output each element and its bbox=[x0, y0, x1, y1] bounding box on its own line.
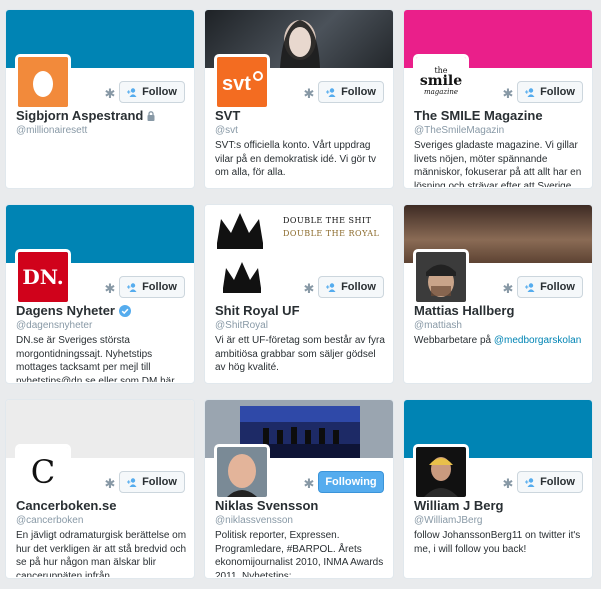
follow-label: Follow bbox=[142, 86, 177, 98]
follow-label: Follow bbox=[142, 281, 177, 293]
bio: Politisk reporter, Expressen. Programled… bbox=[215, 530, 384, 577]
follow-label: Follow bbox=[341, 86, 376, 98]
follow-button[interactable]: Follow bbox=[517, 81, 583, 103]
follow-button[interactable]: Follow bbox=[119, 471, 185, 493]
follow-button[interactable]: Follow bbox=[119, 276, 185, 298]
follow-button[interactable]: Follow bbox=[318, 81, 384, 103]
gear-icon[interactable]: ✱ bbox=[502, 87, 514, 100]
add-user-icon bbox=[326, 87, 336, 97]
follow-button[interactable]: Follow bbox=[318, 276, 384, 298]
user-card[interactable]: ✱ Follow Sigbjorn Aspestrand @millionair… bbox=[5, 9, 195, 189]
add-user-icon bbox=[525, 477, 535, 487]
avatar[interactable]: the smile magazine bbox=[413, 54, 469, 110]
follow-button[interactable]: Follow bbox=[119, 81, 185, 103]
lock-icon bbox=[147, 110, 155, 121]
display-name[interactable]: Dagens Nyheter bbox=[16, 303, 131, 318]
gear-icon[interactable]: ✱ bbox=[104, 477, 116, 490]
display-name[interactable]: Cancerboken.se bbox=[16, 498, 116, 513]
bio: SVT:s officiella konto. Vårt uppdrag vil… bbox=[215, 140, 377, 178]
user-card[interactable]: C ✱ Follow Cancerboken.se @cancerboken E… bbox=[5, 399, 195, 579]
add-user-icon bbox=[127, 477, 137, 487]
bio: En jävligt odramaturgisk berättelse om h… bbox=[16, 530, 187, 577]
gear-icon[interactable]: ✱ bbox=[104, 87, 116, 100]
avatar[interactable] bbox=[214, 249, 270, 305]
bio: Webbarbetare på @medborgarskolan bbox=[414, 334, 586, 348]
gear-icon[interactable]: ✱ bbox=[303, 477, 315, 490]
verified-badge-icon bbox=[118, 304, 131, 317]
bio: Vi är ett UF-företag som består av fyra … bbox=[215, 335, 385, 373]
follow-label: Following bbox=[325, 476, 377, 488]
gear-icon[interactable]: ✱ bbox=[303, 282, 315, 295]
banner-text: DOUBLE THE ROYAL bbox=[283, 229, 380, 238]
user-card[interactable]: svt ✱ Follow SVT @svt SVT:s officiella k… bbox=[204, 9, 394, 189]
avatar[interactable] bbox=[413, 444, 469, 500]
screen-name[interactable]: @mattiash bbox=[414, 320, 462, 331]
user-card[interactable]: ✱ Follow William J Berg @WilliamJBerg fo… bbox=[403, 399, 593, 579]
gear-icon[interactable]: ✱ bbox=[502, 282, 514, 295]
follow-label: Follow bbox=[540, 281, 575, 293]
add-user-icon bbox=[525, 282, 535, 292]
avatar[interactable]: svt bbox=[214, 54, 270, 110]
follow-label: Follow bbox=[142, 476, 177, 488]
screen-name[interactable]: @dagensnyheter bbox=[16, 320, 92, 331]
display-name[interactable]: Sigbjorn Aspestrand bbox=[16, 108, 155, 123]
display-name[interactable]: Niklas Svensson bbox=[215, 498, 318, 513]
follow-label: Follow bbox=[540, 86, 575, 98]
avatar[interactable]: DN. bbox=[15, 249, 71, 305]
avatar[interactable] bbox=[15, 54, 71, 110]
display-name[interactable]: The SMILE Magazine bbox=[414, 108, 543, 123]
mention-link[interactable]: @medborgarskolan bbox=[494, 335, 581, 346]
screen-name[interactable]: @svt bbox=[215, 125, 238, 136]
user-card[interactable]: ✱ Follow Mattias Hallberg @mattiash Webb… bbox=[403, 204, 593, 384]
screen-name[interactable]: @WilliamJBerg bbox=[414, 515, 483, 526]
follow-label: Follow bbox=[540, 476, 575, 488]
gear-icon[interactable]: ✱ bbox=[104, 282, 116, 295]
user-card[interactable]: DN. ✱ Follow Dagens Nyheter @dagensnyhet… bbox=[5, 204, 195, 384]
following-button[interactable]: Following bbox=[318, 471, 384, 493]
display-name[interactable]: SVT bbox=[215, 108, 240, 123]
display-name[interactable]: Mattias Hallberg bbox=[414, 303, 514, 318]
follow-button[interactable]: Follow bbox=[517, 471, 583, 493]
user-card[interactable]: the smile magazine ✱ Follow The SMILE Ma… bbox=[403, 9, 593, 189]
add-user-icon bbox=[127, 87, 137, 97]
logo-text: C bbox=[18, 447, 68, 497]
screen-name[interactable]: @millionairesett bbox=[16, 125, 87, 136]
screen-name[interactable]: @TheSmileMagazin bbox=[414, 125, 504, 136]
svg-text:svt: svt bbox=[222, 73, 251, 95]
avatar[interactable] bbox=[214, 444, 270, 500]
add-user-icon bbox=[525, 87, 535, 97]
screen-name[interactable]: @ShitRoyal bbox=[215, 320, 268, 331]
screen-name[interactable]: @niklassvensson bbox=[215, 515, 293, 526]
add-user-icon bbox=[326, 282, 336, 292]
bio: Sveriges gladaste magazine. Vi gillar li… bbox=[414, 140, 582, 187]
bio: follow JohanssonBerg11 on twitter it's m… bbox=[414, 530, 581, 555]
logo-text: DN. bbox=[18, 252, 68, 302]
bio-text: Webbarbetare på bbox=[414, 335, 494, 346]
screen-name[interactable]: @cancerboken bbox=[16, 515, 83, 526]
logo-text: magazine bbox=[423, 88, 459, 96]
display-name[interactable]: Shit Royal UF bbox=[215, 303, 300, 318]
follow-button[interactable]: Follow bbox=[517, 276, 583, 298]
gear-icon[interactable]: ✱ bbox=[502, 477, 514, 490]
user-card[interactable]: ✱ Following Niklas Svensson @niklassvens… bbox=[204, 399, 394, 579]
add-user-icon bbox=[127, 282, 137, 292]
logo-text: smile bbox=[419, 73, 463, 89]
follow-label: Follow bbox=[341, 281, 376, 293]
avatar[interactable]: C bbox=[15, 444, 71, 500]
avatar[interactable] bbox=[413, 249, 469, 305]
bio: DN.se är Sveriges största morgontidnings… bbox=[16, 335, 175, 382]
user-card[interactable]: DOUBLE THE SHIT DOUBLE THE ROYAL ✱ Follo… bbox=[204, 204, 394, 384]
banner-text: DOUBLE THE SHIT bbox=[283, 216, 372, 225]
gear-icon[interactable]: ✱ bbox=[303, 87, 315, 100]
display-name[interactable]: William J Berg bbox=[414, 498, 503, 513]
